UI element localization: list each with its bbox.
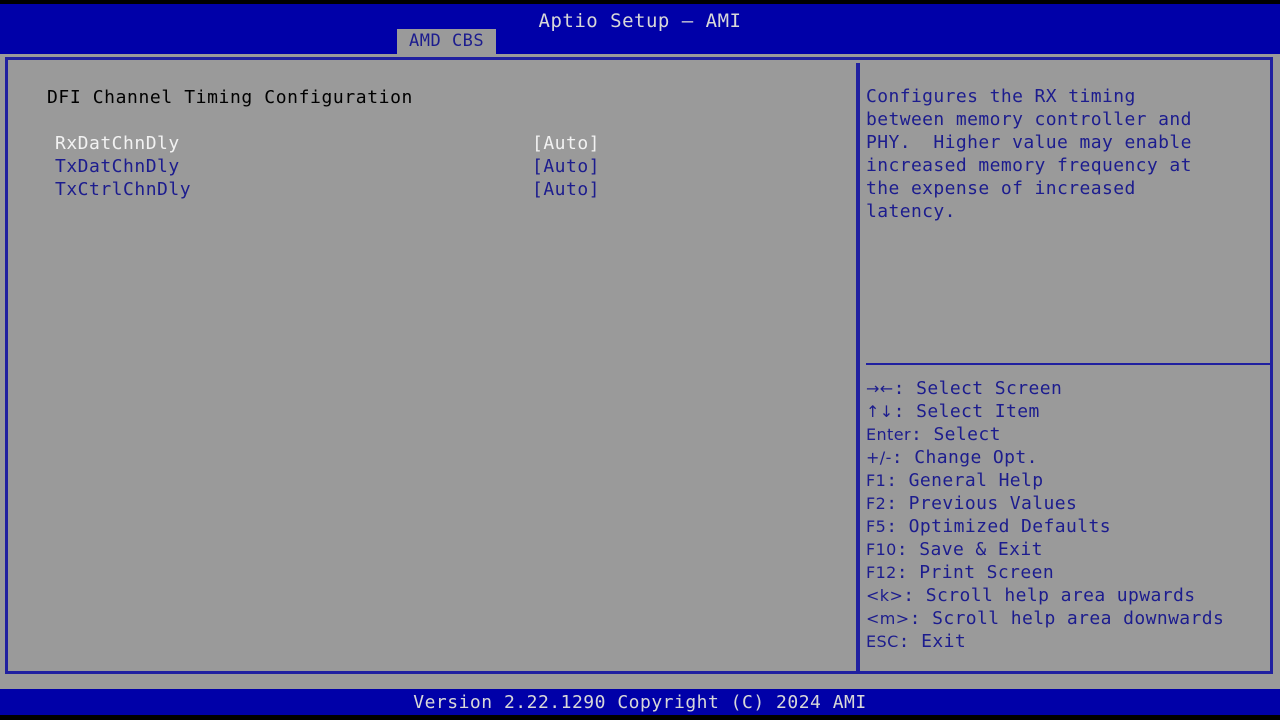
- legend-action: Previous Values: [908, 493, 1078, 514]
- legend-line: <k>: Scroll help area upwards: [866, 584, 1271, 607]
- main-area: DFI Channel Timing Configuration RxDatCh…: [0, 54, 1280, 689]
- version-text: Version 2.22.1290 Copyright (C) 2024 AMI: [413, 692, 867, 713]
- legend-action: General Help: [908, 470, 1044, 491]
- setting-row[interactable]: TxDatChnDly [Auto]: [47, 155, 837, 178]
- legend-line: <m>: Scroll help area downwards: [866, 607, 1271, 630]
- legend-line: F1: General Help: [866, 469, 1271, 492]
- help-divider: [866, 363, 1272, 365]
- legend-keys: +/-: [866, 448, 892, 467]
- setting-value[interactable]: [Auto]: [532, 132, 600, 155]
- legend-separator: :: [909, 608, 933, 629]
- title-bar: Aptio Setup – AMI: [0, 4, 1280, 54]
- legend-separator: :: [893, 378, 917, 399]
- legend-line: +/-: Change Opt.: [866, 446, 1271, 469]
- legend-keys: F5: [866, 517, 887, 536]
- setting-row[interactable]: RxDatChnDly [Auto]: [47, 132, 837, 155]
- settings-pane: DFI Channel Timing Configuration RxDatCh…: [16, 66, 855, 677]
- legend-keys: ↑↓: [866, 402, 894, 421]
- setting-row[interactable]: TxCtrlChnDly [Auto]: [47, 178, 837, 201]
- footer-bar: Version 2.22.1290 Copyright (C) 2024 AMI: [0, 689, 1280, 715]
- legend-keys: <m>: [866, 609, 910, 628]
- legend-action: Scroll help area upwards: [925, 585, 1196, 606]
- legend-line: ↑↓: Select Item: [866, 400, 1271, 423]
- legend-separator: :: [896, 562, 920, 583]
- legend-action: Save & Exit: [919, 539, 1043, 560]
- legend-line: F2: Previous Values: [866, 492, 1271, 515]
- legend-separator: :: [891, 447, 915, 468]
- setting-label: TxCtrlChnDly: [55, 179, 192, 200]
- legend-separator: :: [898, 631, 922, 652]
- legend-keys: F1: [866, 471, 887, 490]
- legend-separator: :: [886, 516, 909, 537]
- legend-action: Exit: [921, 631, 967, 652]
- key-legend: →←: Select Screen ↑↓: Select Item Enter: S…: [866, 377, 1271, 653]
- content-frame: DFI Channel Timing Configuration RxDatCh…: [5, 57, 1273, 674]
- legend-keys: →←: [866, 379, 894, 398]
- legend-action: Print Screen: [919, 562, 1055, 583]
- setting-value[interactable]: [Auto]: [532, 178, 600, 201]
- legend-separator: :: [903, 585, 926, 606]
- legend-separator: :: [893, 401, 917, 422]
- app-title: Aptio Setup – AMI: [538, 10, 742, 32]
- legend-action: Select: [933, 424, 1001, 445]
- legend-keys: F2: [866, 494, 887, 513]
- setting-value[interactable]: [Auto]: [532, 155, 600, 178]
- bios-setup-screen: Aptio Setup – AMI AMD CBS DFI Channel Ti…: [0, 0, 1280, 720]
- legend-keys: ESC: [866, 632, 899, 651]
- tab-amd-cbs[interactable]: AMD CBS: [397, 29, 497, 54]
- legend-action: Scroll help area downwards: [932, 608, 1225, 629]
- legend-action: Optimized Defaults: [908, 516, 1111, 537]
- setting-label: RxDatChnDly: [55, 133, 180, 154]
- tab-strip: AMD CBS: [397, 29, 497, 54]
- setting-label: TxDatChnDly: [55, 156, 180, 177]
- legend-line: F12: Print Screen: [866, 561, 1271, 584]
- legend-line: F5: Optimized Defaults: [866, 515, 1271, 538]
- legend-separator: :: [910, 424, 934, 445]
- legend-keys: <k>: [866, 586, 904, 605]
- legend-line: F10: Save & Exit: [866, 538, 1271, 561]
- legend-separator: :: [886, 470, 909, 491]
- legend-keys: F12: [866, 563, 897, 582]
- legend-line: Enter: Select: [866, 423, 1271, 446]
- legend-separator: :: [886, 493, 909, 514]
- legend-line: ESC: Exit: [866, 630, 1271, 653]
- help-description: Configures the RX timing between memory …: [866, 86, 1192, 222]
- legend-action: Select Item: [916, 401, 1040, 422]
- help-pane: Configures the RX timing between memory …: [863, 66, 1273, 677]
- settings-list: RxDatChnDly [Auto] TxDatChnDly [Auto] TxCtrl…: [47, 132, 837, 201]
- legend-keys: Enter: [866, 425, 911, 444]
- legend-separator: :: [896, 539, 920, 560]
- pane-divider: [856, 63, 860, 674]
- page-title: DFI Channel Timing Configuration: [47, 87, 413, 108]
- legend-action: Select Screen: [916, 378, 1063, 399]
- legend-action: Change Opt.: [914, 447, 1038, 468]
- legend-keys: F10: [866, 540, 897, 559]
- legend-line: →←: Select Screen: [866, 377, 1271, 400]
